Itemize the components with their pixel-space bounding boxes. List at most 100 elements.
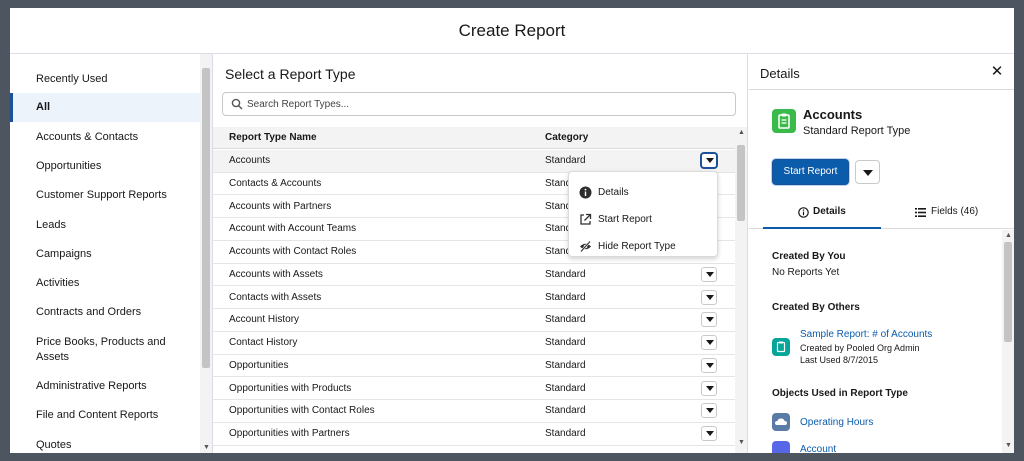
- scroll-up-arrow-icon[interactable]: ▲: [738, 129, 745, 137]
- report-type-subtitle: Standard Report Type: [803, 125, 911, 137]
- table-row[interactable]: Accounts Standard: [213, 150, 735, 173]
- hide-icon: [580, 240, 591, 253]
- details-scrollbar[interactable]: ▲ ▼: [1002, 230, 1014, 453]
- search-icon: [231, 98, 243, 110]
- scroll-down-arrow-icon[interactable]: ▼: [738, 439, 745, 447]
- open-external-icon: [580, 213, 592, 225]
- table-row[interactable]: Opportunities with Partners Standard: [213, 423, 735, 446]
- details-tabs: Details Fields (46): [749, 197, 1014, 229]
- category-cell: Standard: [545, 291, 586, 303]
- row-actions-button[interactable]: [701, 312, 717, 328]
- table-row[interactable]: Opportunities with Products Standard: [213, 378, 735, 401]
- chevron-down-icon: [706, 408, 714, 414]
- column-header-name[interactable]: Report Type Name: [229, 132, 317, 143]
- row-actions-button[interactable]: [701, 266, 717, 282]
- row-actions-button[interactable]: [701, 335, 717, 350]
- row-action-menu: Details Start Report Hide Report Type: [568, 171, 718, 257]
- report-type-name-cell[interactable]: Accounts with Assets: [229, 269, 323, 280]
- report-type-icon: [772, 109, 796, 133]
- row-actions-button[interactable]: [701, 380, 717, 396]
- search-input[interactable]: [247, 96, 727, 112]
- row-actions-button[interactable]: [701, 289, 717, 305]
- table-scroll-thumb[interactable]: [737, 145, 745, 221]
- report-type-name-cell[interactable]: Account History: [229, 314, 299, 325]
- sidebar-item-customer-support[interactable]: Customer Support Reports: [10, 188, 200, 203]
- tab-fields[interactable]: Fields (46): [881, 197, 999, 229]
- report-type-name-cell[interactable]: Opportunities: [229, 360, 288, 371]
- sidebar-scroll-thumb[interactable]: [202, 68, 210, 368]
- modal-title: Create Report: [458, 21, 566, 40]
- table-row[interactable]: Accounts with Assets Standard: [213, 264, 735, 287]
- info-icon: [798, 207, 809, 218]
- created-by-you-heading: Created By You: [772, 251, 846, 262]
- table-scrollbar[interactable]: ▲ ▼: [735, 127, 747, 453]
- sidebar-item-file-content[interactable]: File and Content Reports: [10, 408, 200, 423]
- menu-item-hide-report-type[interactable]: Hide Report Type: [569, 234, 717, 260]
- category-cell: Standard: [545, 268, 586, 280]
- chevron-down-icon: [863, 170, 873, 176]
- row-actions-button[interactable]: [701, 357, 717, 373]
- chevron-down-icon: [706, 431, 714, 436]
- row-actions-button[interactable]: [701, 426, 717, 441]
- tab-label: Details: [813, 206, 846, 217]
- sidebar-scrollbar[interactable]: ▼: [200, 54, 212, 453]
- table-row[interactable]: Account History Standard: [213, 309, 735, 332]
- close-icon[interactable]: ✕: [987, 62, 1007, 82]
- sidebar-item-activities[interactable]: Activities: [10, 276, 200, 291]
- details-header: Details ✕: [749, 54, 1014, 90]
- sidebar-item-campaigns[interactable]: Campaigns: [10, 247, 200, 262]
- table-row[interactable]: Opportunities Standard: [213, 355, 735, 378]
- more-actions-button[interactable]: [855, 160, 880, 184]
- table-row[interactable]: Opportunities with Contact Roles Standard: [213, 400, 735, 423]
- object-link-operating-hours[interactable]: Operating Hours: [800, 417, 873, 428]
- sidebar-item-contracts-orders[interactable]: Contracts and Orders: [10, 305, 200, 320]
- report-type-name-cell[interactable]: Accounts with Contact Roles: [229, 246, 356, 257]
- sidebar-item-quotes[interactable]: Quotes: [10, 438, 200, 453]
- menu-item-details[interactable]: Details: [569, 180, 717, 206]
- object-link-account[interactable]: Account: [800, 444, 836, 453]
- chevron-down-icon: [706, 294, 714, 300]
- menu-item-start-report[interactable]: Start Report: [569, 207, 717, 233]
- scroll-up-arrow-icon[interactable]: ▲: [1005, 232, 1012, 240]
- report-type-name-cell[interactable]: Accounts: [229, 155, 270, 166]
- row-actions-button[interactable]: [701, 403, 717, 419]
- chevron-down-icon: [706, 340, 714, 345]
- table-header: Report Type Name Category: [213, 127, 735, 149]
- row-actions-button[interactable]: [701, 153, 717, 168]
- sidebar-item-leads[interactable]: Leads: [10, 218, 200, 233]
- sidebar-item-recently-used[interactable]: Recently Used: [10, 72, 200, 87]
- report-type-name-cell[interactable]: Opportunities with Partners: [229, 428, 350, 439]
- cloud-icon: [775, 418, 787, 425]
- sidebar-item-accounts-contacts[interactable]: Accounts & Contacts: [10, 130, 200, 145]
- report-type-name-cell[interactable]: Contact History: [229, 337, 297, 348]
- sidebar-item-opportunities[interactable]: Opportunities: [10, 159, 200, 174]
- panel-title: Select a Report Type: [225, 66, 356, 82]
- report-icon: [772, 338, 790, 356]
- report-created-by: Created by Pooled Org Admin: [800, 343, 920, 353]
- list-icon: [915, 208, 926, 217]
- column-header-category[interactable]: Category: [545, 132, 588, 143]
- table-row[interactable]: Contact History Standard: [213, 332, 735, 355]
- tab-details[interactable]: Details: [763, 197, 881, 229]
- report-type-name-cell[interactable]: Opportunities with Products: [229, 383, 351, 394]
- table-row[interactable]: Contacts with Assets Standard: [213, 287, 735, 310]
- report-type-name-cell[interactable]: Accounts with Partners: [229, 201, 331, 212]
- chevron-down-icon: [706, 362, 714, 368]
- details-scroll-thumb[interactable]: [1004, 242, 1012, 342]
- chevron-down-icon: [706, 271, 714, 277]
- scroll-down-arrow-icon[interactable]: ▼: [1005, 442, 1012, 450]
- sample-report-link[interactable]: Sample Report: # of Accounts: [800, 329, 932, 340]
- report-type-name-cell[interactable]: Contacts with Assets: [229, 292, 321, 303]
- sidebar-item-all[interactable]: All: [10, 93, 200, 122]
- report-type-name-cell[interactable]: Contacts & Accounts: [229, 178, 321, 189]
- start-report-button[interactable]: Start Report: [772, 159, 849, 185]
- details-body: Created By You No Reports Yet Created By…: [749, 230, 1014, 453]
- menu-item-label: Start Report: [598, 214, 652, 225]
- scroll-down-arrow-icon[interactable]: ▼: [203, 444, 210, 452]
- sidebar-item-administrative[interactable]: Administrative Reports: [10, 379, 200, 394]
- search-box: [222, 92, 736, 116]
- sidebar-item-price-books[interactable]: Price Books, Products and Assets: [10, 335, 175, 365]
- report-type-name-cell[interactable]: Opportunities with Contact Roles: [229, 405, 375, 416]
- report-type-name-cell[interactable]: Account with Account Teams: [229, 223, 356, 234]
- modal-header: Create Report: [10, 8, 1014, 54]
